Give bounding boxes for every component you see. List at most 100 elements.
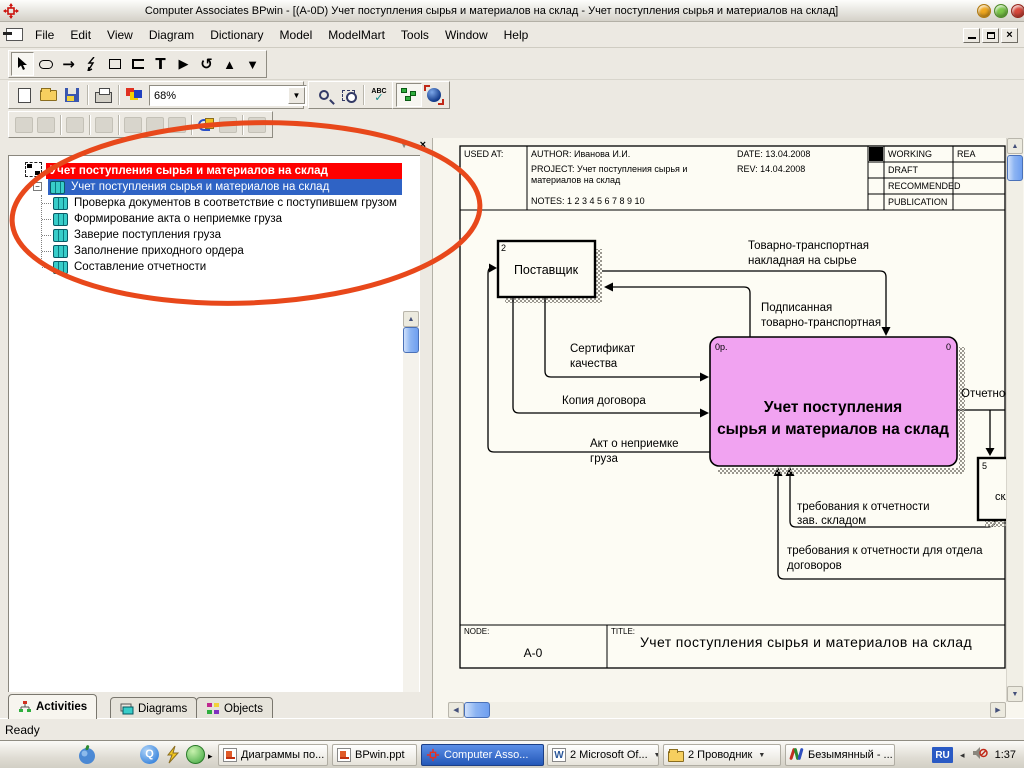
kit-author: AUTHOR: Иванова И.И. bbox=[531, 149, 630, 159]
minimize-button[interactable] bbox=[963, 28, 980, 43]
open-file-button[interactable] bbox=[36, 83, 60, 107]
scroll-right-icon[interactable]: ▶ bbox=[990, 702, 1006, 718]
menu-dictionary[interactable]: Dictionary bbox=[202, 24, 271, 46]
label-treb-zav-2[interactable]: зав. складом bbox=[797, 515, 866, 527]
go-child-tool-icon[interactable]: ▶ bbox=[172, 52, 195, 76]
arrow-tool-icon[interactable]: → bbox=[57, 52, 80, 76]
modelmart-globe-button[interactable] bbox=[422, 83, 446, 107]
label-treb-zav-1[interactable]: требования к отчетности bbox=[797, 501, 930, 513]
label-akt-2[interactable]: груза bbox=[590, 453, 618, 465]
task-button-diagrams-ppt[interactable]: Диаграммы по... bbox=[218, 744, 328, 766]
external-reference-tool-icon[interactable] bbox=[126, 52, 149, 76]
tree-item-3[interactable]: Заверие поступления груза bbox=[42, 227, 221, 243]
zoom-area-button[interactable] bbox=[336, 83, 360, 107]
label-tovarno-1[interactable]: Товарно-транспортная bbox=[748, 240, 869, 252]
label-treb-dog-1[interactable]: требования к отчетности для отдела bbox=[787, 545, 983, 557]
save-button[interactable] bbox=[60, 83, 84, 107]
label-sert-1[interactable]: Сертификат bbox=[570, 343, 636, 355]
diagram-horizontal-scrollbar[interactable]: ◀ ▶ bbox=[448, 702, 1006, 718]
task-button-word-group[interactable]: W 2 Microsoft Of... ▼ bbox=[547, 744, 659, 766]
label-treb-dog-2[interactable]: договоров bbox=[787, 560, 842, 572]
menu-modelmart[interactable]: ModelMart bbox=[320, 24, 393, 46]
scroll-thumb[interactable] bbox=[464, 702, 490, 718]
label-podpis-1[interactable]: Подписанная bbox=[761, 302, 832, 314]
tab-objects[interactable]: Objects bbox=[196, 697, 273, 719]
tray-collapse-icon[interactable]: ◂ bbox=[960, 750, 965, 761]
pane-dropdown-icon[interactable]: ▼ bbox=[400, 141, 408, 150]
box-tool-icon[interactable] bbox=[103, 52, 126, 76]
tree-item-2[interactable]: Формирование акта о неприемке груза bbox=[42, 211, 282, 227]
task-button-bpwin-active[interactable]: Computer Asso... bbox=[421, 744, 544, 766]
bpwin-app-icon bbox=[3, 2, 19, 19]
task-label: 2 Microsoft Of... bbox=[570, 749, 648, 761]
print-button[interactable] bbox=[91, 83, 115, 107]
up-tool-icon[interactable]: ▲ bbox=[218, 52, 241, 76]
group-dropdown-icon[interactable]: ▼ bbox=[654, 752, 658, 759]
label-akt-1[interactable]: Акт о неприемке bbox=[590, 438, 679, 450]
model-explorer-toggle-button[interactable] bbox=[396, 83, 422, 107]
task-button-explorer-group[interactable]: 2 Проводник ▼ bbox=[663, 744, 781, 766]
quicklaunch-expand-icon[interactable]: ▸ bbox=[208, 751, 213, 762]
menu-window[interactable]: Window bbox=[437, 24, 496, 46]
spell-check-button[interactable]: ABC ✓ bbox=[367, 83, 391, 107]
sync-model-icon[interactable] bbox=[197, 117, 215, 133]
text-tool-icon[interactable]: T bbox=[149, 52, 172, 76]
menu-edit[interactable]: Edit bbox=[62, 24, 99, 46]
menu-tools[interactable]: Tools bbox=[393, 24, 437, 46]
quicktime-icon[interactable]: Q bbox=[140, 745, 159, 764]
new-file-button[interactable] bbox=[12, 83, 36, 107]
tab-activities[interactable]: Activities bbox=[8, 694, 98, 719]
task-button-paint[interactable]: Безымянный - ... bbox=[785, 744, 895, 766]
tree-expander-icon[interactable]: − bbox=[33, 182, 42, 191]
scroll-up-icon[interactable]: ▲ bbox=[1007, 138, 1023, 154]
go-parent-tool-icon[interactable]: ↺ bbox=[195, 52, 218, 76]
tree-item-4[interactable]: Заполнение приходного ордера bbox=[42, 243, 244, 259]
zoom-combobox[interactable]: 68% ▼ bbox=[149, 85, 307, 106]
pointer-tool-icon[interactable] bbox=[11, 52, 34, 76]
scroll-down-icon[interactable]: ▼ bbox=[1007, 686, 1023, 702]
overlay-green-button[interactable] bbox=[994, 4, 1008, 18]
restore-button[interactable] bbox=[982, 28, 999, 43]
label-podpis-2[interactable]: товарно-транспортная bbox=[761, 317, 881, 329]
scroll-thumb[interactable] bbox=[1007, 155, 1023, 181]
menu-help[interactable]: Help bbox=[496, 24, 537, 46]
overlay-orange-button[interactable] bbox=[977, 4, 991, 18]
messenger-icon[interactable] bbox=[186, 745, 205, 764]
zoom-dropdown-icon[interactable]: ▼ bbox=[288, 87, 305, 104]
scroll-up-icon[interactable]: ▲ bbox=[403, 311, 419, 327]
volume-muted-icon[interactable] bbox=[972, 746, 988, 765]
menu-view[interactable]: View bbox=[99, 24, 141, 46]
menu-model[interactable]: Model bbox=[272, 24, 321, 46]
tree-root-item[interactable]: Учет поступления сырья и материалов на с… bbox=[46, 163, 402, 179]
squiggle-tool-icon[interactable] bbox=[80, 52, 103, 76]
tree-item-1[interactable]: Проверка документов в соответствие с пос… bbox=[42, 195, 397, 211]
label-sert-2[interactable]: качества bbox=[570, 358, 618, 370]
system-tray: RU ◂ 1:37 bbox=[932, 741, 1024, 768]
lightning-quicklaunch-icon[interactable] bbox=[163, 745, 182, 764]
pane-close-icon[interactable]: × bbox=[420, 139, 426, 151]
menu-diagram[interactable]: Diagram bbox=[141, 24, 202, 46]
tree-scrollbar[interactable]: ▲ ▼ bbox=[403, 311, 419, 692]
language-indicator[interactable]: RU bbox=[932, 747, 954, 763]
child-window-icon[interactable] bbox=[3, 28, 23, 41]
group-dropdown-icon[interactable]: ▼ bbox=[758, 752, 765, 759]
menu-file[interactable]: File bbox=[27, 24, 62, 46]
label-tovarno-2[interactable]: накладная на сырье bbox=[748, 255, 857, 267]
diagram-vertical-scrollbar[interactable]: ▲ ▼ bbox=[1006, 138, 1023, 702]
label-otchet[interactable]: Отчетность bbox=[961, 388, 1006, 400]
tab-diagrams[interactable]: Diagrams bbox=[110, 697, 198, 719]
activity-box-tool-icon[interactable] bbox=[34, 52, 57, 76]
zoom-in-button[interactable] bbox=[312, 83, 336, 107]
scroll-thumb[interactable] bbox=[403, 327, 419, 353]
label-kopiya[interactable]: Копия договора bbox=[562, 395, 646, 407]
overlay-red-button[interactable] bbox=[1011, 4, 1024, 18]
color-settings-button[interactable] bbox=[122, 83, 146, 107]
close-button[interactable]: × bbox=[1001, 28, 1018, 43]
scroll-left-icon[interactable]: ◀ bbox=[448, 702, 464, 718]
apple-start-icon[interactable] bbox=[76, 744, 98, 766]
tree-selected-item[interactable]: Учет поступления сырья и материалов на с… bbox=[48, 179, 402, 195]
tree-item-5[interactable]: Составление отчетности bbox=[42, 259, 206, 275]
task-button-bpwin-ppt[interactable]: BPwin.ppt bbox=[332, 744, 417, 766]
kit-status-draft: DRAFT bbox=[888, 165, 918, 175]
down-tool-icon[interactable]: ▼ bbox=[241, 52, 264, 76]
